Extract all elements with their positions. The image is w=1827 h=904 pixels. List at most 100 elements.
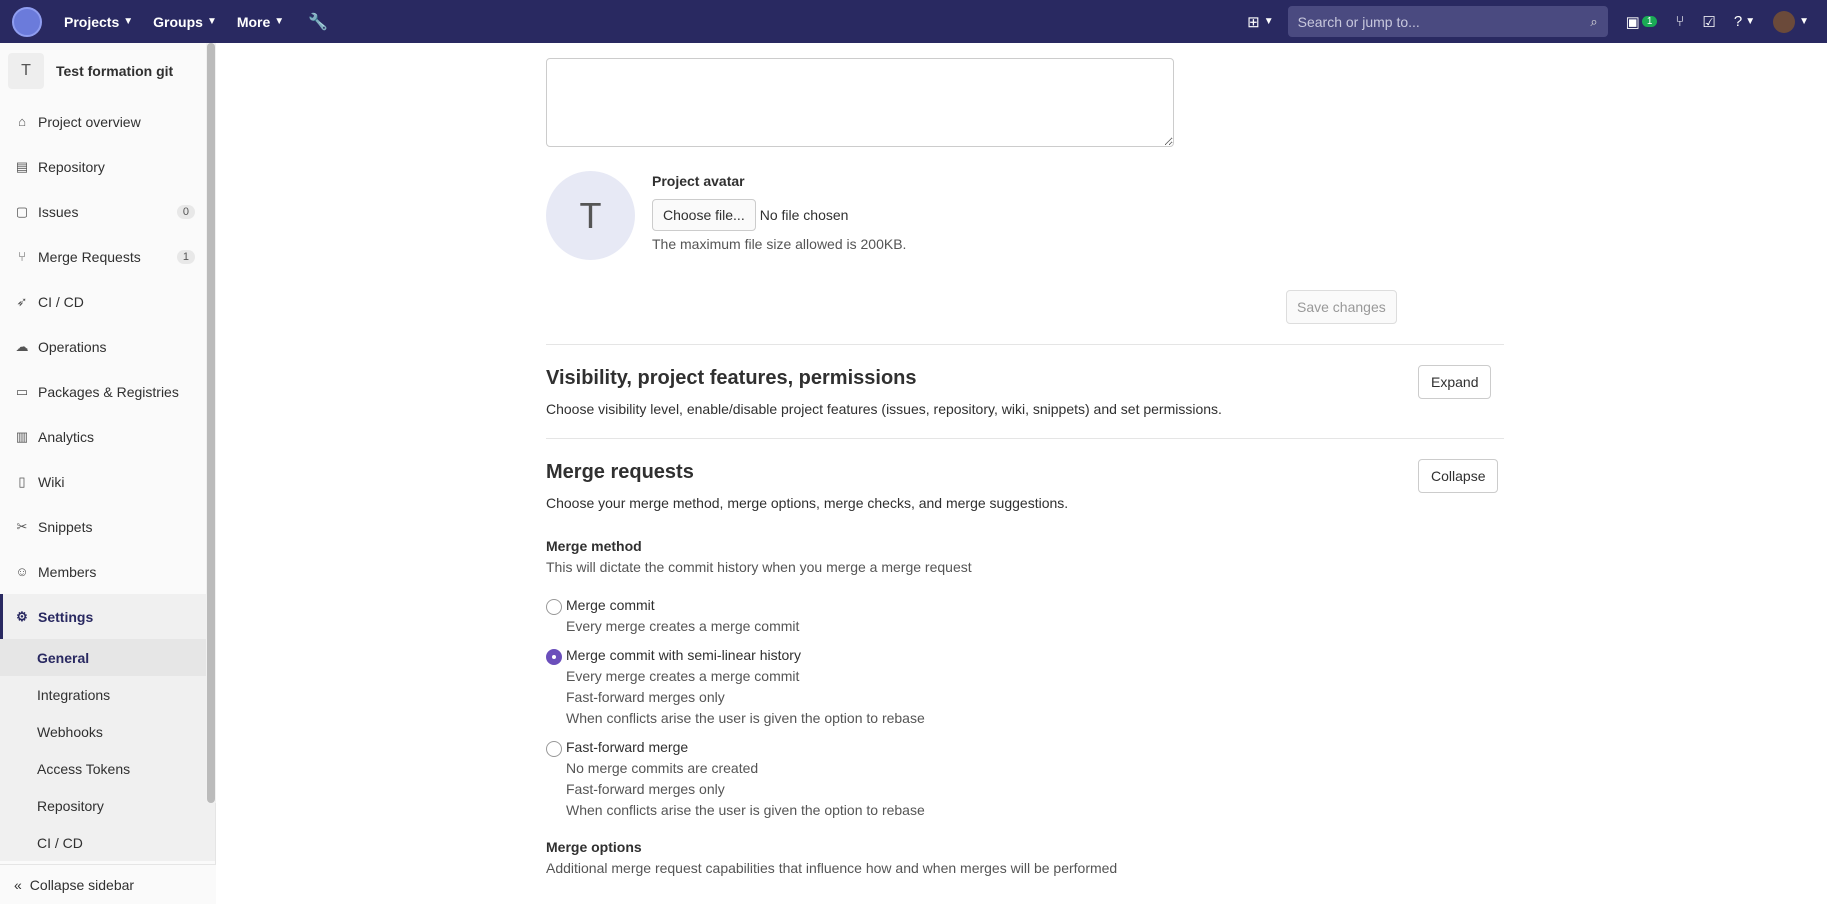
sidebar-item-label: CI / CD [38,293,84,310]
user-avatar [1773,10,1796,33]
sidebar-sub-webhooks[interactable]: Webhooks [0,713,215,750]
merge-commit-help: Every merge creates a merge commit [566,618,800,634]
sidebar-sub-repository[interactable]: Repository [0,787,215,824]
help-icon[interactable]: ? ▼ [1734,13,1755,30]
fast-forward-label[interactable]: Fast-forward merge [566,739,688,755]
cloud-icon: ☁ [15,338,29,354]
search-input[interactable] [1297,13,1568,30]
collapse-sidebar-label: Collapse sidebar [29,876,135,893]
sidebar-item-label: Merge Requests [38,248,141,265]
sidebar-item-label: Wiki [38,473,65,490]
merge-options-help: Additional merge request capabilities th… [546,860,1118,876]
book-icon: ▯ [18,473,26,489]
scissors-icon: ✂ [16,518,28,534]
double-chevron-left-icon: « [14,876,22,893]
chevron-down-icon: ▼ [1799,16,1809,27]
collapse-button[interactable]: Collapse [1418,459,1499,493]
search-box[interactable]: ⌕ [1287,6,1608,37]
issues-icon: ▣ [1625,13,1640,31]
divider [546,344,1504,345]
choose-file-button[interactable]: Choose file... [652,199,756,231]
chart-icon: ▥ [15,428,29,444]
max-size-help: The maximum file size allowed is 200KB. [652,236,907,252]
merge-requests-title: Merge requests [546,461,694,483]
merge-requests-icon[interactable]: ⑂ [1675,13,1684,30]
sidebar-item-label: Settings [38,608,94,625]
chevron-down-icon: ▼ [123,16,134,27]
plus-square-icon: ⊞ [1247,13,1260,31]
sidebar-item-packages[interactable]: ▭ Packages & Registries [0,369,215,414]
merge-request-icon: ⑂ [18,249,26,264]
sidebar-item-label: Project overview [38,113,141,130]
groups-label: Groups [153,13,203,30]
visibility-title: Visibility, project features, permission… [546,367,917,389]
sidebar-sub-general[interactable]: General [0,639,215,676]
fast-forward-help-1: No merge commits are created [566,760,759,776]
fast-forward-radio[interactable] [546,741,562,757]
sidebar-scrollbar[interactable] [206,43,216,803]
search-icon: ⌕ [1590,13,1598,29]
visibility-desc: Choose visibility level, enable/disable … [546,401,1222,417]
sidebar-item-settings[interactable]: ⚙ Settings [0,594,215,639]
semi-linear-help-3: When conflicts arise the user is given t… [566,710,925,726]
semi-linear-radio[interactable] [546,649,562,665]
gear-icon: ⚙ [16,608,28,624]
sidebar-item-members[interactable]: ☺ Members [0,549,215,594]
fast-forward-help-3: When conflicts arise the user is given t… [566,802,925,818]
issues-icon: ▢ [15,203,29,219]
sidebar-item-project-overview[interactable]: ⌂ Project overview [0,99,215,144]
sidebar-sub-integrations[interactable]: Integrations [0,676,215,713]
merge-commit-label[interactable]: Merge commit [566,597,655,613]
project-name: Test formation git [56,63,174,79]
todos-icon[interactable]: ☑ [1702,13,1715,31]
top-navbar: Projects▼ Groups▼ More▼ 🔧 ⊞▼ ⌕ ▣1 ⑂ ☑ ?▼… [0,0,1827,43]
collapse-sidebar-button[interactable]: « Collapse sidebar [0,864,216,904]
file-chooser: Choose file... No file chosen [652,199,848,231]
doc-icon: ▤ [15,158,29,174]
expand-button[interactable]: Expand [1418,365,1492,399]
mr-badge: 1 [1641,16,1658,27]
project-header[interactable]: T Test formation git [0,43,215,99]
sidebar-item-label: Analytics [38,428,95,445]
user-menu[interactable]: ▼ [1773,10,1809,33]
sidebar-item-issues[interactable]: ▢ Issues 0 [0,189,215,234]
semi-linear-label[interactable]: Merge commit with semi-linear history [566,647,801,663]
sidebar-item-label: Repository [38,158,105,175]
project-avatar-label: Project avatar [652,173,745,189]
package-icon: ▭ [15,383,29,399]
semi-linear-help-1: Every merge creates a merge commit [566,668,800,684]
issues-count-badge: 0 [176,204,195,219]
gitlab-logo-icon[interactable] [12,6,42,37]
chevron-down-icon: ▼ [1745,16,1756,27]
sidebar-item-label: Packages & Registries [38,383,179,400]
sidebar-item-operations[interactable]: ☁ Operations [0,324,215,369]
issues-counter[interactable]: ▣ 1 [1626,13,1658,31]
sidebar-item-snippets[interactable]: ✂ Snippets [0,504,215,549]
sidebar-item-wiki[interactable]: ▯ Wiki [0,459,215,504]
more-label: More [236,13,271,30]
merge-method-help: This will dictate the commit history whe… [546,559,972,575]
chevron-down-icon: ▼ [274,16,285,27]
new-item-dropdown[interactable]: ⊞ ▼ [1247,13,1273,31]
projects-menu[interactable]: Projects ▼ [64,14,133,30]
groups-menu[interactable]: Groups ▼ [153,14,217,30]
merge-commit-radio[interactable] [546,599,562,615]
users-icon: ☺ [15,564,29,579]
project-description-textarea[interactable] [546,58,1174,147]
sidebar-item-analytics[interactable]: ▥ Analytics [0,414,215,459]
more-menu[interactable]: More ▼ [237,14,284,30]
sidebar-item-merge-requests[interactable]: ⑂ Merge Requests 1 [0,234,215,279]
divider [546,438,1504,439]
home-icon: ⌂ [18,114,26,129]
chevron-down-icon: ▼ [206,16,217,27]
admin-wrench-icon[interactable]: 🔧 [308,12,328,32]
scrollbar-thumb[interactable] [207,43,215,803]
save-changes-button[interactable]: Save changes [1286,290,1397,324]
sidebar-sub-ci-cd[interactable]: CI / CD [0,824,215,861]
merge-options-label: Merge options [546,839,642,855]
chevron-down-icon: ▼ [1263,16,1274,27]
sidebar-item-repository[interactable]: ▤ Repository [0,144,215,189]
sidebar-item-ci-cd[interactable]: ➶ CI / CD [0,279,215,324]
sidebar-sub-access-tokens[interactable]: Access Tokens [0,750,215,787]
sidebar-item-label: Issues [38,203,79,220]
